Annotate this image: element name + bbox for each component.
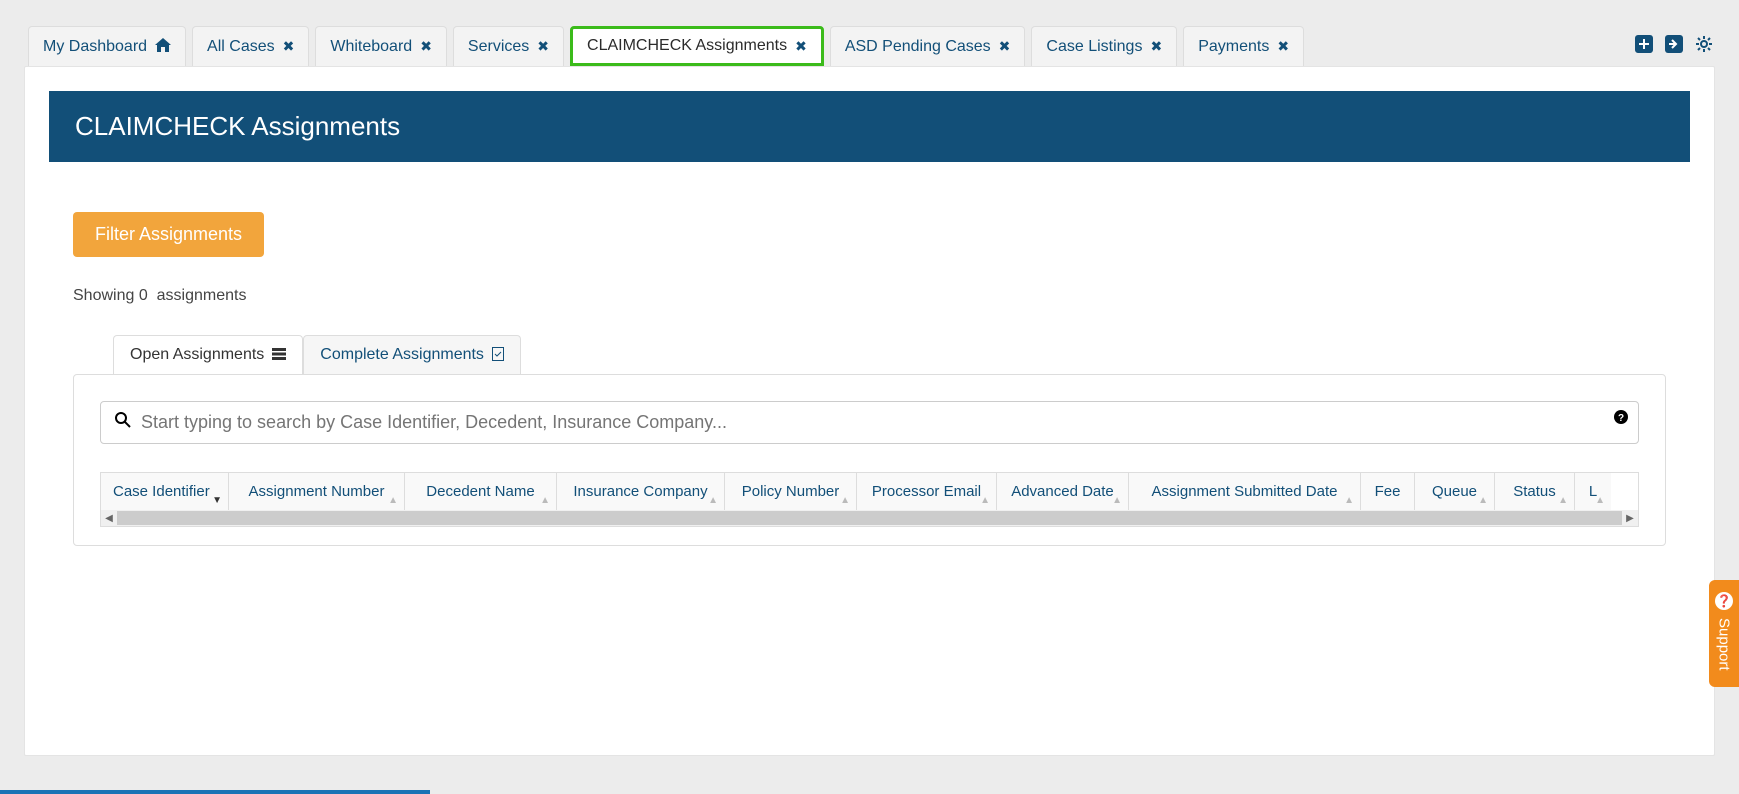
search-wrap: ? — [100, 401, 1639, 444]
support-bubble-icon: ❓ — [1715, 592, 1733, 610]
col-assignment-submitted-date[interactable]: Assignment Submitted Date▲ — [1129, 473, 1361, 510]
close-icon[interactable]: ✖ — [999, 38, 1011, 55]
tab-label: Case Listings — [1046, 38, 1142, 56]
support-label: Support — [1716, 618, 1733, 671]
toolbar-icons — [1635, 35, 1713, 58]
close-icon[interactable]: ✖ — [537, 38, 549, 55]
showing-text: Showing 0 assignments — [73, 287, 1690, 305]
subtab-open-assignments[interactable]: Open Assignments — [113, 335, 303, 374]
close-icon[interactable]: ✖ — [1150, 38, 1162, 55]
list-icon — [272, 347, 286, 363]
filter-assignments-button[interactable]: Filter Assignments — [73, 212, 264, 257]
sort-icon: ▲ — [1112, 495, 1122, 506]
tab-all-cases[interactable]: All Cases ✖ — [192, 26, 309, 66]
add-icon[interactable] — [1635, 35, 1653, 58]
gear-icon[interactable] — [1695, 35, 1713, 58]
share-icon[interactable] — [1665, 35, 1683, 58]
close-icon[interactable]: ✖ — [795, 38, 807, 55]
close-icon[interactable]: ✖ — [1277, 38, 1289, 55]
sort-icon: ▲ — [1558, 495, 1568, 506]
assignments-grid: Case Identifier▼ Assignment Number▲ Dece… — [100, 472, 1639, 527]
sort-icon: ▲ — [708, 495, 718, 506]
subtab-complete-assignments[interactable]: Complete Assignments — [303, 335, 521, 374]
subtabs: Open Assignments Complete Assignments — [113, 335, 1690, 374]
col-fee[interactable]: Fee — [1361, 473, 1415, 510]
sort-icon: ▲ — [1344, 495, 1354, 506]
tabs-container: My Dashboard All Cases ✖ Whiteboard ✖ Se… — [28, 26, 1635, 66]
col-processor-email[interactable]: Processor Email▲ — [857, 473, 997, 510]
tab-label: Whiteboard — [330, 38, 412, 56]
showing-prefix: Showing — [73, 287, 134, 304]
subtab-label: Open Assignments — [130, 346, 264, 364]
showing-count: 0 — [139, 287, 148, 304]
svg-text:?: ? — [1618, 413, 1624, 424]
sort-icon: ▲ — [840, 495, 850, 506]
col-case-identifier[interactable]: Case Identifier▼ — [101, 473, 229, 510]
horizontal-scrollbar[interactable]: ◀ ▶ — [101, 510, 1638, 526]
scroll-left-icon[interactable]: ◀ — [101, 513, 117, 524]
page-container: CLAIMCHECK Assignments Filter Assignment… — [24, 66, 1715, 756]
sort-icon: ▲ — [1595, 495, 1605, 506]
tab-whiteboard[interactable]: Whiteboard ✖ — [315, 26, 447, 66]
col-policy-number[interactable]: Policy Number▲ — [725, 473, 857, 510]
page-content: Filter Assignments Showing 0 assignments… — [25, 162, 1714, 546]
col-assignment-number[interactable]: Assignment Number▲ — [229, 473, 405, 510]
tab-case-listings[interactable]: Case Listings ✖ — [1031, 26, 1177, 66]
subtab-label: Complete Assignments — [320, 346, 484, 364]
showing-suffix: assignments — [157, 287, 247, 304]
tab-services[interactable]: Services ✖ — [453, 26, 564, 66]
tab-payments[interactable]: Payments ✖ — [1183, 26, 1304, 66]
tab-my-dashboard[interactable]: My Dashboard — [28, 26, 186, 66]
sort-desc-icon: ▼ — [212, 495, 222, 506]
search-input[interactable] — [141, 412, 1624, 433]
tab-bar: My Dashboard All Cases ✖ Whiteboard ✖ Se… — [0, 0, 1739, 66]
home-icon — [155, 38, 171, 55]
col-queue[interactable]: Queue▲ — [1415, 473, 1495, 510]
sort-icon: ▲ — [1478, 495, 1488, 506]
search-icon — [115, 412, 131, 433]
sort-icon: ▲ — [540, 495, 550, 506]
help-icon[interactable]: ? — [1614, 410, 1628, 427]
col-insurance-company[interactable]: Insurance Company▲ — [557, 473, 725, 510]
col-l[interactable]: L▲ — [1575, 473, 1611, 510]
tab-label: Services — [468, 38, 529, 56]
col-decedent-name[interactable]: Decedent Name▲ — [405, 473, 557, 510]
assignments-panel: ? Case Identifier▼ Assignment Number▲ De… — [73, 374, 1666, 546]
close-icon[interactable]: ✖ — [283, 38, 295, 55]
scroll-track[interactable] — [117, 511, 1622, 525]
page-title: CLAIMCHECK Assignments — [49, 91, 1690, 162]
tab-label: My Dashboard — [43, 38, 147, 56]
col-status[interactable]: Status▲ — [1495, 473, 1575, 510]
tab-label: CLAIMCHECK Assignments — [587, 37, 787, 55]
close-icon[interactable]: ✖ — [420, 38, 432, 55]
col-advanced-date[interactable]: Advanced Date▲ — [997, 473, 1129, 510]
loading-bar — [0, 790, 430, 794]
support-button[interactable]: ❓ Support — [1709, 580, 1739, 687]
sort-icon: ▲ — [388, 495, 398, 506]
sort-icon: ▲ — [980, 495, 990, 506]
tab-asd-pending-cases[interactable]: ASD Pending Cases ✖ — [830, 26, 1026, 66]
document-icon — [492, 347, 504, 364]
grid-header-row: Case Identifier▼ Assignment Number▲ Dece… — [101, 473, 1638, 510]
tab-claimcheck-assignments[interactable]: CLAIMCHECK Assignments ✖ — [570, 26, 824, 66]
tab-label: Payments — [1198, 38, 1269, 56]
tab-label: All Cases — [207, 38, 275, 56]
tab-label: ASD Pending Cases — [845, 38, 991, 56]
scroll-right-icon[interactable]: ▶ — [1622, 513, 1638, 524]
